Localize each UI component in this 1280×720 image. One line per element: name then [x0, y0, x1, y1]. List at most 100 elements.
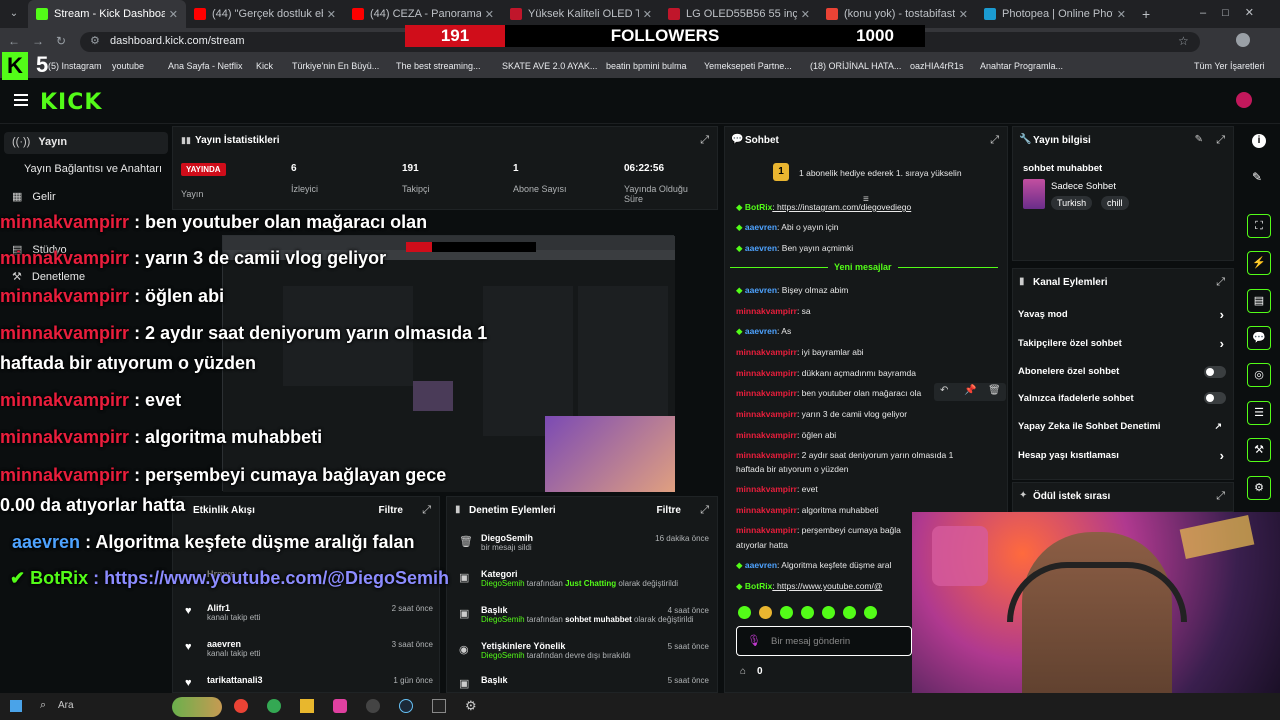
chat-username[interactable]: aaevren [745, 222, 777, 232]
chat-username[interactable]: aaevren [745, 285, 777, 295]
sidebar-item-yayin[interactable]: ((·)) Yayın [12, 136, 67, 148]
emote-icon[interactable] [801, 606, 814, 619]
chat-username[interactable]: minnakvampirr [736, 409, 797, 419]
rail-flash-button[interactable]: ⚡ [1247, 251, 1271, 275]
back-icon[interactable]: ← [8, 34, 20, 48]
bookmark-star-icon[interactable]: ☆ [1178, 34, 1189, 48]
emote-icon[interactable] [864, 606, 877, 619]
windows-start-icon[interactable] [10, 700, 22, 712]
chat-message[interactable]: ◆ aaevren: As [736, 326, 1006, 337]
chat-message[interactable]: minnakvampirr: 2 aydır saat deniyorum ya… [736, 450, 1006, 460]
taskbar-widget[interactable] [172, 697, 222, 717]
reload-icon[interactable]: ↻ [56, 34, 66, 48]
emote-icon[interactable] [759, 606, 772, 619]
window-controls[interactable]: –□✕ [1200, 6, 1270, 19]
sidebar-item-stream-key[interactable]: Yayın Bağlantısı ve Anahtarı [24, 163, 162, 175]
chat-message[interactable]: ◆ aaevren: Ben yayın açmimki [736, 243, 1006, 254]
tab-close-icon[interactable]: ✕ [801, 8, 810, 21]
chat-username[interactable]: minnakvampirr [736, 484, 797, 494]
pin-icon[interactable]: 📌 [964, 385, 976, 396]
emote-icon[interactable] [738, 606, 751, 619]
emote-only-toggle[interactable] [1204, 392, 1226, 404]
tab-search-icon[interactable]: ⌄ [0, 0, 28, 28]
rail-tools-button[interactable]: ⚒ [1247, 438, 1271, 462]
bookmark-item[interactable]: Ana Sayfa - Netflix [168, 61, 243, 71]
chat-message[interactable]: minnakvampirr: sa [736, 306, 1006, 316]
chat-message[interactable]: ◆ aaevren: Abi o yayın için [736, 222, 1006, 233]
site-info-icon[interactable]: ⚙ [90, 34, 100, 47]
pencil-icon[interactable]: ✎ [1252, 170, 1262, 184]
activity-filter-button[interactable]: Filtre [379, 505, 403, 516]
bookmark-item[interactable]: youtube [112, 61, 144, 71]
chat-message[interactable]: ◆ BotRix: https://instagram.com/diegoved… [736, 202, 1006, 213]
chat-username[interactable]: minnakvampirr [736, 388, 797, 398]
chat-username[interactable]: minnakvampirr [736, 430, 797, 440]
explorer-icon[interactable] [300, 699, 314, 713]
ai-moderation-row[interactable]: Yapay Zeka ile Sohbet Denetimi ↗ [1018, 421, 1228, 432]
bookmark-item[interactable]: The best streaming... [396, 61, 481, 71]
steam-icon[interactable] [399, 699, 413, 713]
chat-message[interactable]: minnakvampirr: öğlen abi [736, 430, 1006, 440]
taskbar-search-icon[interactable]: ⌕ [40, 699, 46, 712]
tab-close-icon[interactable]: ✕ [959, 8, 968, 21]
chat-message[interactable]: ◆ aaevren: Bişey olmaz abim [736, 285, 1006, 296]
chrome-icon[interactable] [234, 699, 248, 713]
sidebar-item-gelir[interactable]: ▦ Gelir [12, 190, 56, 203]
bookmark-item[interactable]: Anahtar Programla... [980, 61, 1063, 71]
expand-icon[interactable]: ⤢ [700, 134, 709, 147]
tab-close-icon[interactable]: ✕ [643, 8, 652, 21]
chat-message[interactable]: minnakvampirr: yarın 3 de camii vlog gel… [736, 409, 1006, 419]
rail-doc-button[interactable]: ▤ [1247, 289, 1271, 313]
chat-username[interactable]: BotRix [745, 202, 772, 212]
bookmark-item[interactable]: Yemeksepeti Partne... [704, 61, 792, 71]
bookmark-item[interactable]: Kick [256, 61, 273, 71]
app-icon[interactable] [333, 699, 347, 713]
chrome-profile-icon[interactable] [267, 699, 281, 713]
bookmark-item[interactable]: Türkiye'nin En Büyü... [292, 61, 379, 71]
info-circle-icon[interactable]: i [1252, 134, 1266, 148]
expand-icon[interactable]: ⤢ [1216, 490, 1225, 503]
menu-icon[interactable] [14, 94, 28, 106]
bookmark-item[interactable]: (18) ORİJİNAL HATA... [810, 61, 901, 71]
rail-broadcast-button[interactable]: ◎ [1247, 363, 1271, 387]
chat-message[interactable]: minnakvampirr: dükkanı açmadınmı bayramd… [736, 368, 1006, 378]
bookmark-item[interactable]: oazHIA4rR1s [910, 61, 964, 71]
browser-tab[interactable]: (44) CEZA - Panorama Harem (✕ [344, 0, 502, 28]
chat-username[interactable]: BotRix [745, 581, 772, 591]
browser-tab[interactable]: (konu yok) - tostabifastfood@g ✕ [818, 0, 976, 28]
chat-username[interactable]: aaevren [745, 560, 777, 570]
kick-logo[interactable]: KICK [40, 90, 102, 115]
forward-icon[interactable]: → [32, 34, 44, 48]
moderation-filter-button[interactable]: Filtre [657, 505, 681, 516]
rail-chat-button[interactable]: 💬 [1247, 326, 1271, 350]
expand-icon[interactable]: ⤢ [1216, 134, 1225, 147]
obs-icon[interactable] [366, 699, 380, 713]
chat-username[interactable]: aaevren [745, 326, 777, 336]
chat-message[interactable]: haftada bir atıyorum o yüzden [736, 464, 1006, 474]
tab-close-icon[interactable]: ✕ [327, 8, 336, 21]
expand-icon[interactable]: ⤢ [700, 504, 709, 517]
bookmark-item[interactable]: beatin bpmini bulma [606, 61, 687, 71]
bookmark-item[interactable]: SKATE AVE 2.0 AYAK... [502, 61, 597, 71]
rail-share-button[interactable]: ⚙ [1247, 476, 1271, 500]
chat-username[interactable]: aaevren [745, 243, 777, 253]
chat-username[interactable]: minnakvampirr [736, 505, 797, 515]
rail-list-button[interactable]: ☰ [1247, 401, 1271, 425]
chat-username[interactable]: minnakvampirr [736, 368, 797, 378]
epic-icon[interactable] [432, 699, 446, 713]
settings-icon[interactable]: ⚙ [465, 698, 477, 714]
slow-mode-row[interactable]: Yavaş mod › [1018, 307, 1228, 322]
microphone-icon[interactable]: 🎙 [747, 634, 761, 647]
user-avatar[interactable] [1236, 92, 1252, 108]
expand-icon[interactable]: ⤢ [990, 134, 999, 147]
emote-icon[interactable] [843, 606, 856, 619]
sidebar-item-denetleme[interactable]: ⚒ Denetleme [12, 270, 85, 283]
profile-avatar[interactable] [1236, 33, 1250, 47]
expand-icon[interactable]: ⤢ [422, 504, 431, 517]
chat-message[interactable]: minnakvampirr: evet [736, 484, 1006, 494]
emote-icon[interactable] [780, 606, 793, 619]
chat-message[interactable]: minnakvampirr: iyi bayramlar abi [736, 347, 1006, 357]
new-tab-button[interactable]: + [1134, 6, 1150, 22]
delete-icon[interactable]: 🗑 [988, 385, 1001, 396]
browser-tab[interactable]: Stream - Kick Dashboard ✕ [28, 0, 186, 28]
